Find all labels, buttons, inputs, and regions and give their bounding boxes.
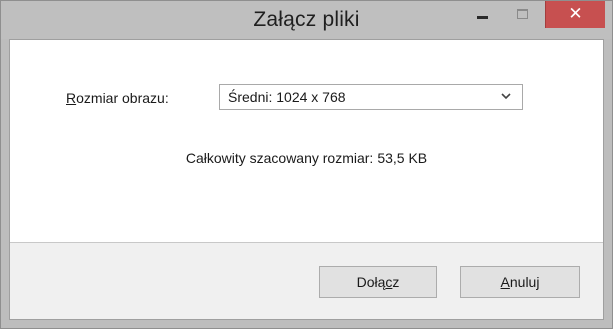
dialog-window: Załącz pliki ✕ Rozmiar obrazu: Średni: 1… <box>0 0 613 329</box>
cancel-label-rest: nuluj <box>509 274 540 290</box>
attach-label-end: z <box>392 274 400 290</box>
attach-label-start: Dołą <box>356 274 386 290</box>
image-size-selected-value: Średni: 1024 x 768 <box>228 89 346 105</box>
dialog-content: Rozmiar obrazu: Średni: 1024 x 768 Całko… <box>9 39 604 320</box>
close-button[interactable]: ✕ <box>545 1 605 28</box>
estimated-size-value: 53,5 KB <box>377 150 428 166</box>
maximize-icon <box>517 9 528 19</box>
image-size-label-text: ozmiar obrazu: <box>76 90 169 106</box>
attach-button[interactable]: Dołącz <box>319 266 437 298</box>
estimated-size-label: Całkowity szacowany rozmiar: <box>185 150 374 166</box>
estimated-size-row: Całkowity szacowany rozmiar: 53,5 KB <box>10 150 603 166</box>
cancel-label-mnemonic: A <box>500 274 510 290</box>
image-size-label-mnemonic: R <box>66 90 77 106</box>
title-bar[interactable]: Załącz pliki ✕ <box>1 1 612 39</box>
minimize-icon <box>477 16 488 19</box>
image-size-label: Rozmiar obrazu: <box>66 90 169 106</box>
maximize-button <box>503 1 543 28</box>
chevron-down-icon <box>501 93 511 100</box>
cancel-button[interactable]: Anuluj <box>460 266 580 298</box>
image-size-dropdown[interactable]: Średni: 1024 x 768 <box>219 84 523 110</box>
minimize-button[interactable] <box>463 1 503 28</box>
close-icon: ✕ <box>568 4 583 24</box>
